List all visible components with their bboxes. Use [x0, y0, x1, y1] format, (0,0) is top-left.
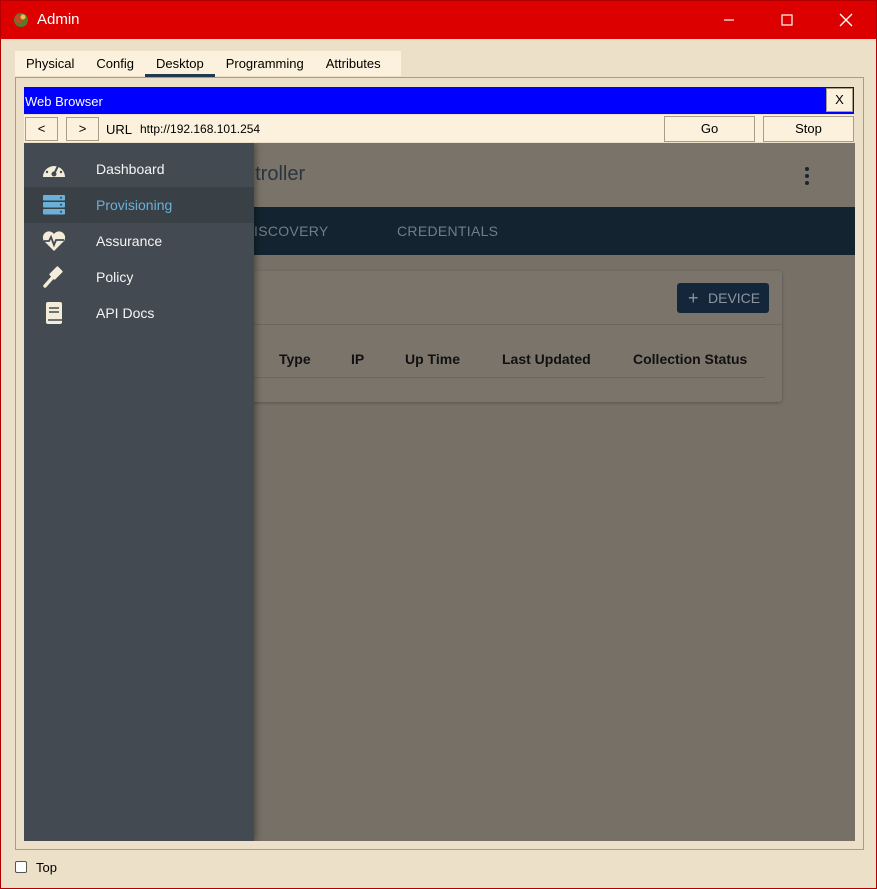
gavel-icon [43, 266, 63, 288]
close-window-button[interactable] [817, 1, 875, 39]
device-tabs: Physical Config Desktop Programming Attr… [15, 51, 401, 77]
url-input[interactable]: http://192.168.101.254 [138, 118, 657, 140]
sidebar-item-label: Provisioning [96, 197, 173, 213]
minimize-icon [724, 19, 734, 21]
table-header-divider [244, 377, 765, 378]
sidebar-item-label: Dashboard [96, 161, 165, 177]
device-inventory-card: e + DEVICE Type IP Up Time Last Updated … [244, 271, 782, 402]
browser-content: ntroller ISCOVERY CREDENTIALS e + DEVICE… [24, 143, 855, 841]
sidebar-item-dashboard[interactable]: Dashboard [24, 151, 254, 187]
window-title: Admin [37, 11, 80, 28]
tab-attributes[interactable]: Attributes [315, 51, 392, 76]
column-header-last-updated[interactable]: Last Updated [502, 351, 591, 367]
tab-desktop[interactable]: Desktop [145, 51, 215, 77]
back-button[interactable]: < [25, 117, 58, 141]
sidebar-item-api-docs[interactable]: API Docs [24, 295, 254, 331]
top-checkbox[interactable] [15, 861, 27, 873]
sidebar-item-label: Assurance [96, 233, 163, 249]
column-header-ip[interactable]: IP [351, 351, 364, 367]
more-vert-icon[interactable] [804, 166, 810, 186]
maximize-icon [781, 14, 793, 26]
go-button[interactable]: Go [664, 116, 755, 142]
tab-credentials[interactable]: CREDENTIALS [397, 223, 498, 239]
sidebar-item-label: API Docs [96, 305, 155, 321]
dashboard-gauge-icon [43, 162, 65, 177]
close-icon [839, 13, 853, 27]
sidebar-item-provisioning[interactable]: Provisioning [24, 187, 254, 223]
column-header-collection-status[interactable]: Collection Status [633, 351, 747, 367]
server-stack-icon [43, 195, 65, 215]
plus-icon: + [688, 288, 699, 308]
sidebar-item-label: Policy [96, 269, 134, 285]
top-checkbox-label: Top [36, 860, 57, 875]
sidebar-item-assurance[interactable]: Assurance [24, 223, 254, 259]
url-label: URL [106, 122, 133, 137]
add-device-button[interactable]: + DEVICE [677, 283, 769, 313]
sidebar: Dashboard Provisioning Assurance Policy … [24, 143, 254, 841]
card-divider [244, 324, 782, 325]
web-browser-title: Web Browser [25, 94, 103, 109]
heart-pulse-icon [42, 231, 66, 251]
sidebar-item-policy[interactable]: Policy [24, 259, 254, 295]
add-device-label: DEVICE [708, 290, 761, 306]
maximize-button[interactable] [758, 1, 816, 39]
admin-window: Admin Physical Config Desktop Programmin… [0, 0, 877, 889]
minimize-button[interactable] [700, 1, 758, 39]
web-browser-close-button[interactable]: X [826, 88, 853, 112]
forward-button[interactable]: > [66, 117, 99, 141]
column-header-type[interactable]: Type [279, 351, 311, 367]
web-browser-titlebar: Web Browser [24, 87, 854, 114]
book-icon [46, 302, 62, 324]
tab-config[interactable]: Config [85, 51, 145, 76]
column-header-up-time[interactable]: Up Time [405, 351, 460, 367]
tab-programming[interactable]: Programming [215, 51, 315, 76]
tab-physical[interactable]: Physical [15, 51, 85, 76]
window-titlebar: Admin [1, 1, 876, 39]
packet-tracer-app-icon [14, 13, 28, 27]
tab-discovery[interactable]: ISCOVERY [254, 223, 329, 239]
stop-button[interactable]: Stop [763, 116, 854, 142]
